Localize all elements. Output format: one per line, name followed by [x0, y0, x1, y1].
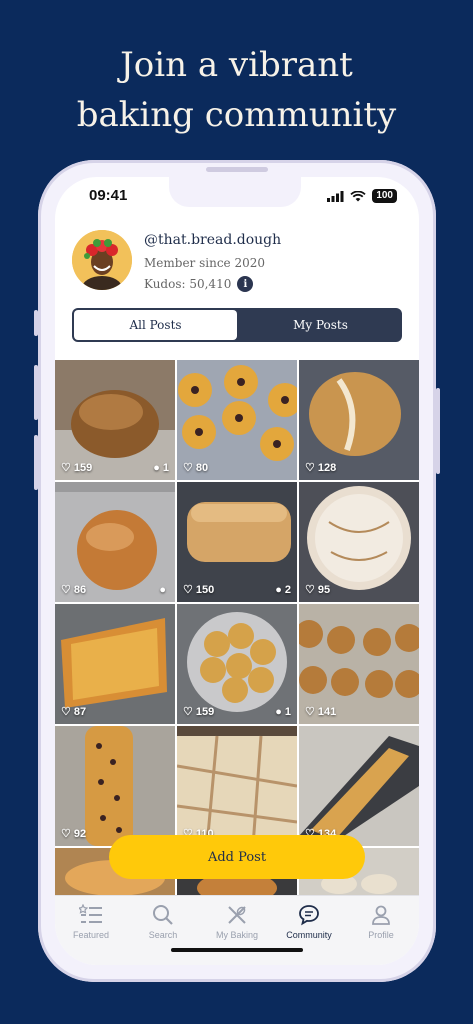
- avatar-image: [72, 230, 132, 290]
- comments-count[interactable]: ● 2: [275, 584, 291, 596]
- likes-count[interactable]: ♡ 128: [305, 461, 337, 475]
- comments-count[interactable]: ● 1: [153, 462, 169, 474]
- tab-community[interactable]: Community: [273, 904, 345, 940]
- wifi-icon: [350, 190, 366, 201]
- likes-value: 87: [73, 705, 87, 718]
- featured-list-icon: [79, 904, 102, 923]
- post-tile[interactable]: ♡ 110: [177, 726, 297, 846]
- comments-count[interactable]: ●: [159, 584, 169, 596]
- tab-my-baking[interactable]: My Baking: [201, 904, 273, 940]
- likes-count[interactable]: ♡ 87: [61, 705, 87, 719]
- heart-icon: ♡: [305, 706, 315, 718]
- likes-count[interactable]: ♡ 86: [61, 583, 87, 597]
- likes-value: 95: [317, 583, 331, 596]
- info-icon[interactable]: i: [237, 276, 254, 292]
- likes-count[interactable]: ♡ 159: [61, 461, 93, 475]
- phone-side-button: [436, 388, 440, 474]
- home-indicator: [171, 948, 303, 952]
- likes-count[interactable]: ♡ 159: [183, 705, 215, 719]
- comments-value: 1: [162, 462, 169, 474]
- likes-count[interactable]: ♡ 95: [305, 583, 331, 597]
- likes-value: 150: [195, 583, 215, 596]
- heart-icon: ♡: [183, 706, 193, 718]
- signal-icon: [327, 190, 344, 202]
- post-tile[interactable]: ♡ 95: [299, 482, 419, 602]
- tab-my-posts[interactable]: My Posts: [239, 308, 402, 342]
- comments-value: 2: [284, 584, 291, 596]
- tab-profile[interactable]: Profile: [345, 904, 417, 940]
- person-icon: [372, 905, 390, 925]
- comment-bubble-icon: ●: [159, 584, 166, 596]
- member-since: Member since 2020: [144, 256, 266, 270]
- headline: Join a vibrant baking community: [0, 40, 473, 140]
- likes-value: 159: [195, 705, 215, 718]
- post-tile[interactable]: ♡ 92: [55, 726, 175, 846]
- heart-icon: ♡: [61, 584, 71, 596]
- post-tile[interactable]: ♡ 141: [299, 604, 419, 724]
- heart-icon: ♡: [305, 584, 315, 596]
- tab-all-posts[interactable]: All Posts: [74, 310, 237, 340]
- phone-side-button: [34, 365, 38, 420]
- phone-side-button: [34, 310, 38, 336]
- likes-count[interactable]: ♡ 80: [183, 461, 209, 475]
- phone-screen: 09:41 100 @that.bread.dough Member since…: [55, 177, 419, 965]
- kudos-row: Kudos: 50,410 i: [144, 276, 254, 292]
- username-handle: @that.bread.dough: [144, 232, 282, 248]
- tab-featured-label: Featured: [72, 930, 110, 940]
- chat-bubble-icon: [299, 905, 319, 926]
- likes-value: 141: [317, 705, 337, 718]
- likes-value: 92: [73, 827, 87, 840]
- add-post-button[interactable]: Add Post: [109, 835, 365, 879]
- heart-icon: ♡: [305, 462, 315, 474]
- likes-value: 80: [195, 461, 209, 474]
- likes-count[interactable]: ♡ 92: [61, 827, 87, 841]
- heart-icon: ♡: [61, 828, 71, 840]
- profile-header: @that.bread.dough Member since 2020 Kudo…: [72, 230, 402, 300]
- post-tile[interactable]: ♡ 134: [299, 726, 419, 846]
- comment-bubble-icon: ●: [153, 462, 160, 474]
- status-time: 09:41: [89, 187, 128, 204]
- kudos-count: Kudos: 50,410: [144, 277, 232, 291]
- likes-count[interactable]: ♡ 150: [183, 583, 215, 597]
- post-tile[interactable]: ♡ 150 ● 2: [177, 482, 297, 602]
- tab-search[interactable]: Search: [127, 904, 199, 940]
- heart-icon: ♡: [61, 706, 71, 718]
- comment-bubble-icon: ●: [275, 706, 282, 718]
- posts-segmented-control: All Posts My Posts: [72, 308, 402, 342]
- tab-profile-label: Profile: [368, 930, 394, 940]
- post-tile[interactable]: ♡ 87: [55, 604, 175, 724]
- headline-line-2: baking community: [76, 95, 397, 135]
- post-tile[interactable]: ♡ 86 ●: [55, 482, 175, 602]
- heart-icon: ♡: [183, 462, 193, 474]
- phone-frame: 09:41 100 @that.bread.dough Member since…: [34, 160, 440, 982]
- tab-featured[interactable]: Featured: [55, 904, 127, 940]
- heart-icon: ♡: [183, 584, 193, 596]
- phone-speaker: [206, 167, 268, 172]
- comment-bubble-icon: ●: [275, 584, 282, 596]
- heart-icon: ♡: [61, 462, 71, 474]
- likes-count[interactable]: ♡ 141: [305, 705, 337, 719]
- battery-icon: 100: [372, 189, 397, 203]
- tab-my-baking-label: My Baking: [215, 930, 259, 940]
- phone-side-button: [34, 435, 38, 490]
- post-tile[interactable]: ♡ 159 ● 1: [177, 604, 297, 724]
- post-tile[interactable]: ♡ 80: [177, 360, 297, 480]
- status-bar: 09:41 100: [55, 177, 419, 217]
- avatar[interactable]: [72, 230, 132, 290]
- likes-value: 86: [73, 583, 87, 596]
- likes-value: 128: [317, 461, 337, 474]
- comments-value: 1: [284, 706, 291, 718]
- tab-search-label: Search: [148, 930, 178, 940]
- post-tile[interactable]: ♡ 128: [299, 360, 419, 480]
- bottom-tab-bar: Featured Search My Baking Community Prof…: [55, 895, 419, 965]
- headline-line-1: Join a vibrant: [120, 45, 353, 85]
- comments-count[interactable]: ● 1: [275, 706, 291, 718]
- tab-community-label: Community: [286, 930, 332, 940]
- status-icons: 100: [327, 189, 397, 203]
- post-tile[interactable]: ♡ 159 ● 1: [55, 360, 175, 480]
- whisk-icon: [228, 906, 246, 924]
- likes-value: 159: [73, 461, 93, 474]
- search-icon: [153, 905, 173, 925]
